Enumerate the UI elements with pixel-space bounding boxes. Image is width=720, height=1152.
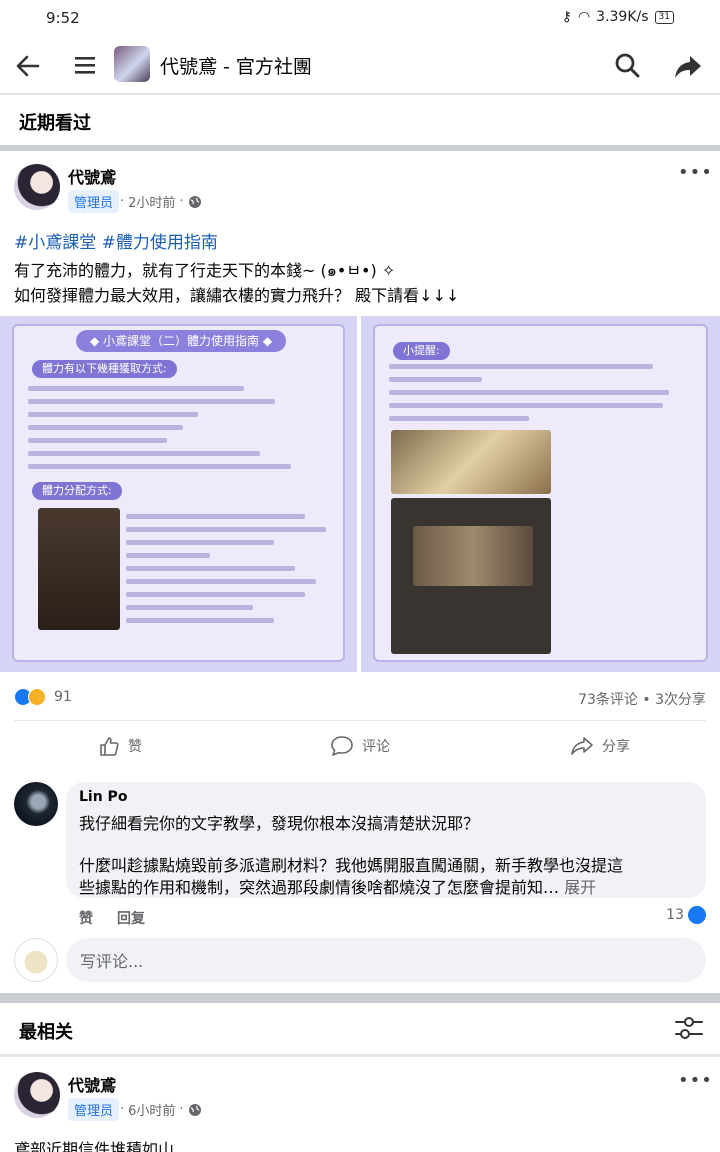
share-label: 分享 [602,739,630,755]
relevant-section-title: 最相关 [19,1022,73,1043]
status-time: 9:52 [46,9,80,27]
meta-dot: · [120,1102,125,1117]
search-icon[interactable] [612,50,642,80]
status-bar: 9:52 ⚷ ◠ 3.39K/s 31 [0,0,720,36]
divider [0,93,720,95]
net-speed: 3.39K/s [596,9,649,25]
game-screenshot-detail [413,526,533,586]
see-more-link[interactable]: 展开 [564,878,596,897]
post-author[interactable]: 代號鳶 [68,164,116,188]
post-text-line: 如何發揮體力最大效用，讓繡衣樓的實力飛升？ 殿下請看↓↓↓ [14,286,460,305]
comment-text-line: 些據點的作用和機制，突然過那段劇情後啥都燒沒了怎麼會提前知… 展开 [79,874,596,898]
post-author[interactable]: 代號鳶 [68,1072,116,1096]
reaction-count: 91 [54,689,72,705]
back-arrow-icon[interactable] [12,50,44,82]
share-button[interactable]: 分享 [570,735,630,757]
comment-reply-link[interactable]: 回复 [117,908,145,928]
post-time[interactable]: 6小时前 [128,1100,175,1119]
post-time[interactable]: 2小时前 [128,192,175,211]
haha-reaction-icon [28,688,46,706]
group-title[interactable]: 代號鳶 - 官方社團 [160,52,312,79]
comment-like-count: 13 [666,906,706,924]
image-title: ◆ 小鳶課堂（二）體力使用指南 ◆ [76,330,287,352]
image-section-label: 小提醒: [393,342,450,360]
post-text-line: 有了充沛的體力，就有了行走天下的本錢~ (๑•ㅂ•) ✧ [14,261,396,280]
battery-icon: 31 [654,10,674,24]
share-icon[interactable] [672,50,704,82]
meta-dot: · [179,1102,184,1117]
write-comment-input[interactable]: 写评论... [66,938,706,982]
more-options-icon[interactable]: ••• [678,162,713,183]
section-separator [0,145,720,151]
comment-text-line: 我仔細看完你的文字教學，發現你根本沒搞清楚狀況耶？ [79,814,480,833]
filter-sliders-icon[interactable] [674,1015,704,1041]
share-arrow-icon [571,737,593,755]
group-thumbnail[interactable] [114,46,150,82]
comment-label: 评论 [362,739,390,755]
wifi-icon: ◠ [577,9,591,25]
admin-badge: 管理员 [68,190,120,213]
section-separator [0,993,720,1003]
post-stats[interactable]: 73条评论 • 3次分享 [578,689,706,709]
comment-author[interactable]: Lin Po [79,789,127,805]
comment-like-link[interactable]: 赞 [79,908,93,928]
like-reaction-icon [688,906,706,924]
divider [0,1054,720,1057]
comment-icon [331,736,353,756]
key-icon: ⚷ [561,9,572,25]
comment-like-number: 13 [666,907,684,923]
post-image-2[interactable]: 小提醒: [361,316,720,672]
like-label: 赞 [128,739,142,755]
image-text-block [126,514,337,631]
menu-icon[interactable] [70,50,100,80]
image-text-block [28,386,337,477]
more-options-icon[interactable]: ••• [678,1070,713,1091]
post-text-line: 鳶部近期信件堆積如山 [14,1140,175,1152]
reaction-summary[interactable]: 91 [14,688,72,706]
post-meta: · 6小时前 · [120,1100,202,1119]
meta-dot: · [179,194,184,209]
recent-section-title: 近期看过 [19,113,91,134]
admin-badge: 管理员 [68,1098,120,1121]
game-screenshot [38,508,120,630]
globe-icon [188,195,201,208]
post-meta: · 2小时前 · [120,192,202,211]
author-avatar[interactable] [14,164,60,210]
image-section-label: 體力有以下幾種獲取方式: [32,360,177,378]
image-text-block [389,364,700,429]
like-button[interactable]: 赞 [98,735,142,757]
globe-icon [188,1103,201,1116]
status-icons: ⚷ ◠ 3.39K/s 31 [562,9,674,25]
comment-text: 些據點的作用和機制，突然過那段劇情後啥都燒沒了怎麼會提前知… [79,878,560,897]
game-screenshot [391,430,551,494]
post-hashtags[interactable]: #小鳶課堂 #體力使用指南 [14,228,218,253]
meta-dot: · [120,194,125,209]
comment-text-line: 什麼叫趁據點燒毀前多派遣刷材料？我他媽開服直闖通關，新手教學也沒提這 [79,856,624,875]
author-avatar[interactable] [14,1072,60,1118]
comment-button[interactable]: 评论 [330,735,390,757]
image-section-label: 體力分配方式: [32,482,122,500]
divider [14,720,706,721]
commenter-avatar[interactable] [14,782,58,826]
my-avatar [14,938,58,982]
thumbs-up-icon [100,737,119,756]
app-header: 代號鳶 - 官方社團 [0,36,720,94]
post-image-1[interactable]: ◆ 小鳶課堂（二）體力使用指南 ◆ 體力有以下幾種獲取方式: 體力分配方式: [0,316,357,672]
